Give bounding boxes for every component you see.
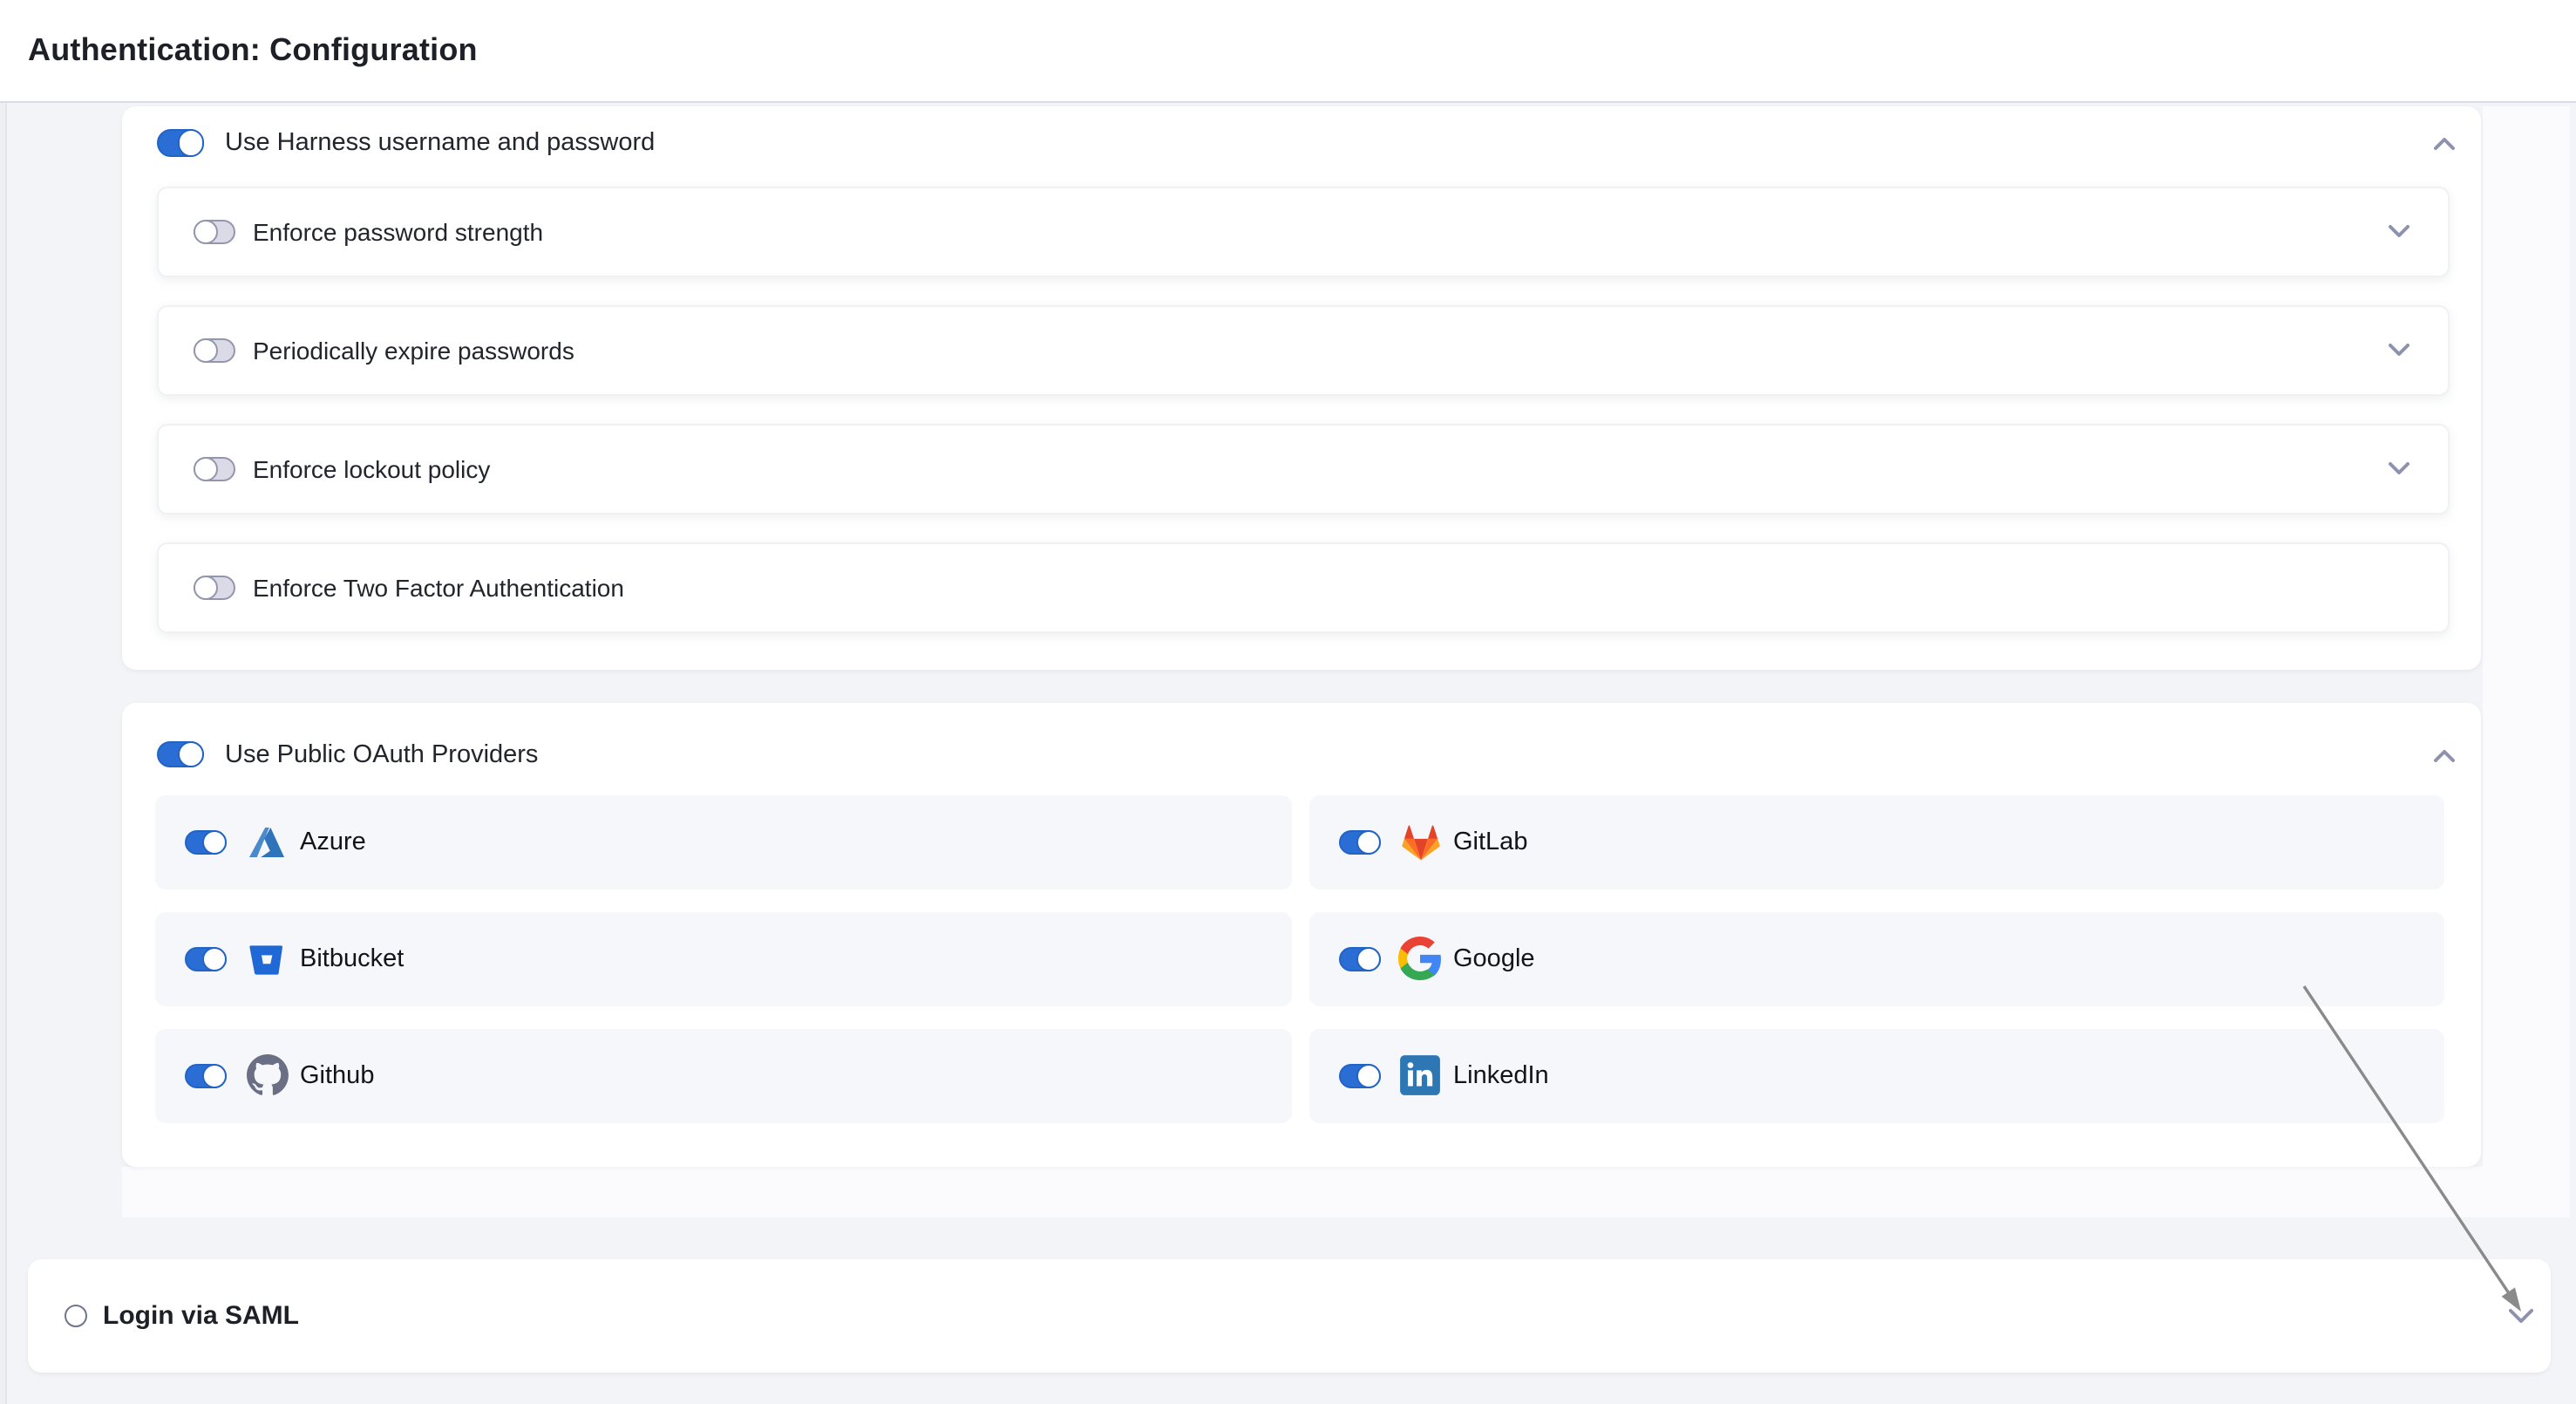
toggle-use-public-oauth-providers[interactable] (157, 741, 204, 768)
toggle-knob (194, 219, 218, 243)
toggle-knob (202, 947, 227, 971)
page-title: Authentication: Configuration (28, 32, 478, 69)
toggle-periodically-expire-passwords[interactable] (194, 337, 235, 362)
toggle-google[interactable] (1338, 947, 1380, 971)
page-header: Authentication: Configuration (0, 0, 2576, 103)
setting-row-enforce-two-factor-authentication[interactable]: Enforce Two Factor Authentication (157, 542, 2450, 632)
toggle-bitbucket[interactable] (185, 947, 227, 971)
chevron-down-icon[interactable] (2506, 1306, 2534, 1326)
provider-tile-github: Github (155, 1029, 1291, 1122)
chevron-down-icon[interactable] (2387, 341, 2411, 358)
setting-row-label: Enforce Two Factor Authentication (253, 573, 624, 601)
chevron-down-icon[interactable] (2387, 460, 2411, 477)
toggle-linkedin[interactable] (1338, 1064, 1380, 1088)
provider-label: Google (1453, 945, 1535, 973)
chevron-up-icon[interactable] (2432, 134, 2457, 152)
chevron-up-icon[interactable] (2432, 746, 2457, 763)
bitbucket-icon (244, 937, 289, 982)
setting-row-periodically-expire-passwords[interactable]: Periodically expire passwords (157, 304, 2450, 395)
setting-row-label: Enforce password strength (253, 217, 543, 245)
provider-tile-google: Google (1308, 912, 2444, 1005)
toggle-knob (194, 575, 218, 599)
card-username-password-label: Use Harness username and password (225, 129, 655, 157)
provider-tile-bitbucket: Bitbucket (155, 912, 1291, 1005)
google-icon (1397, 937, 1443, 982)
saml-accordion-row[interactable]: Login via SAML (28, 1259, 2550, 1373)
setting-row-label: Periodically expire passwords (253, 336, 574, 364)
toggle-github[interactable] (185, 1064, 227, 1088)
saml-label: Login via SAML (103, 1301, 299, 1331)
setting-row-enforce-lockout-policy[interactable]: Enforce lockout policy (157, 423, 2450, 514)
toggle-knob (194, 456, 218, 480)
azure-icon (244, 820, 289, 865)
provider-label: Bitbucket (300, 945, 404, 973)
toggle-knob (1356, 1064, 1380, 1088)
provider-tile-azure: Azure (155, 795, 1291, 889)
setting-row-label: Enforce lockout policy (253, 454, 490, 482)
provider-label: LinkedIn (1453, 1062, 1549, 1090)
toggle-knob (177, 130, 204, 157)
toggle-knob (202, 830, 227, 855)
right-background-strip (2483, 106, 2570, 1217)
authentication-configuration-page: Authentication: Configuration Use Harnes… (0, 0, 2576, 1404)
card-oauth-label: Use Public OAuth Providers (225, 740, 538, 768)
provider-tile-gitlab: GitLab (1308, 795, 2444, 889)
linkedin-icon (1397, 1053, 1443, 1099)
toggle-knob (1356, 830, 1380, 855)
toggle-azure[interactable] (185, 830, 227, 855)
toggle-knob (1356, 947, 1380, 971)
setting-row-enforce-password-strength[interactable]: Enforce password strength (157, 186, 2450, 276)
card-public-oauth-providers: Use Public OAuth Providers Azure (122, 703, 2480, 1167)
toggle-enforce-two-factor-authentication[interactable] (194, 575, 235, 599)
toggle-knob (177, 741, 204, 768)
github-icon (244, 1053, 289, 1099)
gitlab-icon (1397, 820, 1443, 865)
toggle-enforce-lockout-policy[interactable] (194, 456, 235, 480)
left-edge-divider (0, 103, 7, 1404)
toggle-enforce-password-strength[interactable] (194, 219, 235, 243)
toggle-knob (194, 337, 218, 362)
provider-label: GitLab (1453, 828, 1527, 856)
toggle-gitlab[interactable] (1338, 830, 1380, 855)
toggle-knob (202, 1064, 227, 1088)
provider-label: Github (300, 1062, 374, 1090)
provider-label: Azure (300, 828, 366, 856)
toggle-use-harness-username-password[interactable] (157, 130, 204, 157)
card-oauth-header: Use Public OAuth Providers (157, 718, 2457, 791)
card-username-password: Use Harness username and password Enforc… (122, 106, 2480, 669)
saml-radio[interactable] (65, 1305, 87, 1327)
provider-tile-linkedin: LinkedIn (1308, 1029, 2444, 1122)
chevron-down-icon[interactable] (2387, 222, 2411, 240)
below-card-background-strip (122, 1167, 2570, 1217)
card-username-password-header: Use Harness username and password (157, 106, 2457, 180)
